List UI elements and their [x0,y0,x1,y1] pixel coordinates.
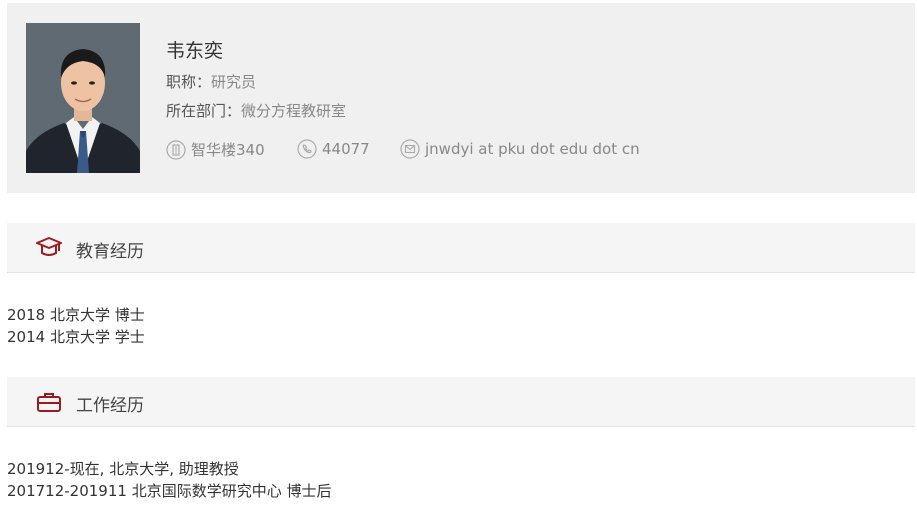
profile-department: 所在部门：微分方程教研室 [166,100,346,121]
list-item: 2018 北京大学 博士 [7,306,145,324]
email-contact[interactable]: jnwdyi at pku dot edu dot cn [400,139,640,159]
office-text: 智华楼340 [191,141,265,159]
work-heading: 工作经历 [76,396,144,416]
profile-card: 韦东奕 职称：研究员 所在部门：微分方程教研室 智华楼340 44077 jnw… [7,3,915,193]
list-item: 201712-201911 北京国际数学研究中心 博士后 [7,482,332,500]
phone-text: 44077 [322,140,370,158]
work-section-header: 工作经历 [7,377,915,427]
email-text[interactable]: jnwdyi at pku dot edu dot cn [425,140,640,158]
phone-contact: 44077 [297,139,370,159]
title-value: 研究员 [211,73,257,91]
list-item: 201912-现在, 北京大学, 助理教授 [7,460,239,478]
graduation-cap-icon [36,236,62,260]
building-icon [166,139,186,160]
office-contact: 智华楼340 [166,139,265,160]
list-item: 2014 北京大学 学士 [7,328,145,346]
education-heading: 教育经历 [76,242,144,262]
mail-icon [400,139,420,159]
education-list: 2018 北京大学 博士 2014 北京大学 学士 [7,304,145,348]
education-section-header: 教育经历 [7,223,915,273]
phone-icon [297,139,317,159]
department-value: 微分方程教研室 [241,102,347,120]
work-list: 201912-现在, 北京大学, 助理教授 201712-201911 北京国际… [7,458,331,502]
profile-name: 韦东奕 [166,40,224,62]
profile-photo [26,23,140,173]
briefcase-icon [36,390,62,414]
profile-title: 职称：研究员 [166,71,256,92]
title-label: 职称： [166,73,212,91]
department-label: 所在部门： [166,102,242,120]
portrait-image [26,23,140,173]
